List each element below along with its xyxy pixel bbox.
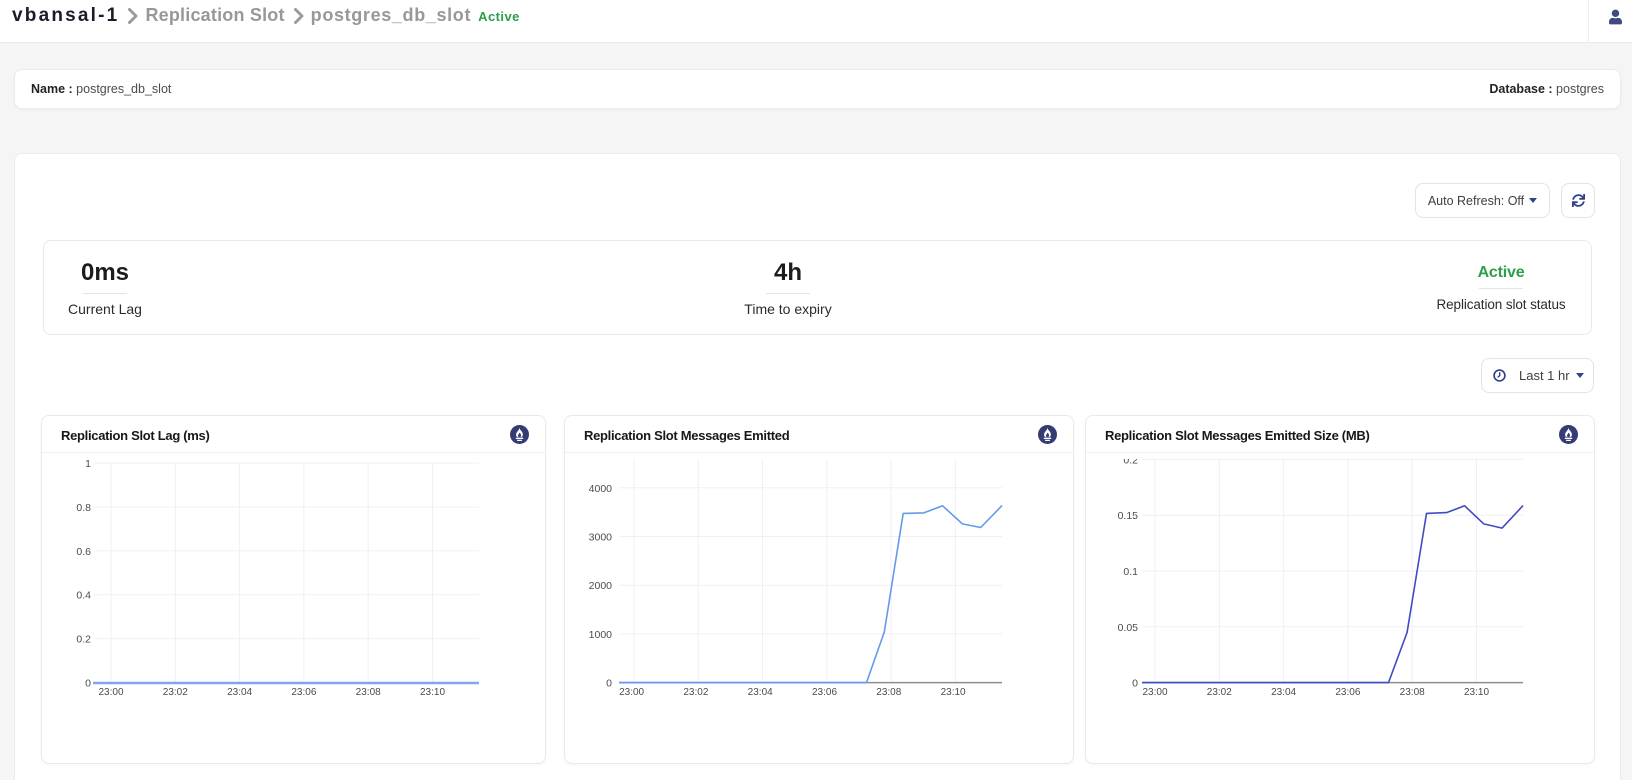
svg-text:0.2: 0.2 [1123,454,1138,466]
svg-text:23:00: 23:00 [98,687,123,698]
svg-text:23:02: 23:02 [683,687,708,698]
svg-text:23:04: 23:04 [1271,687,1296,698]
svg-text:23:08: 23:08 [356,687,381,698]
svg-text:4000: 4000 [589,483,613,495]
svg-text:23:10: 23:10 [1464,687,1489,698]
svg-text:0.05: 0.05 [1118,622,1139,634]
svg-text:0: 0 [606,678,612,690]
svg-text:23:02: 23:02 [1207,687,1232,698]
svg-text:23:08: 23:08 [876,687,901,698]
svg-text:0.4: 0.4 [76,590,91,602]
svg-text:0.15: 0.15 [1118,510,1139,522]
svg-text:23:00: 23:00 [619,687,644,698]
svg-text:23:02: 23:02 [163,687,188,698]
svg-text:0.2: 0.2 [76,634,91,646]
svg-text:23:06: 23:06 [812,687,837,698]
svg-text:23:06: 23:06 [1335,687,1360,698]
svg-text:23:04: 23:04 [748,687,773,698]
svg-text:0.8: 0.8 [76,502,91,514]
svg-text:23:04: 23:04 [227,687,252,698]
svg-text:3000: 3000 [589,532,613,544]
svg-text:0.1: 0.1 [1123,566,1138,578]
svg-text:0.6: 0.6 [76,546,91,558]
svg-text:23:10: 23:10 [420,687,445,698]
svg-text:0: 0 [1132,678,1138,690]
svg-text:2000: 2000 [589,580,613,592]
svg-text:1: 1 [85,458,91,470]
svg-text:1000: 1000 [589,629,613,641]
svg-text:23:06: 23:06 [291,687,316,698]
svg-text:23:10: 23:10 [941,687,966,698]
svg-text:23:08: 23:08 [1400,687,1425,698]
svg-text:0: 0 [85,678,91,690]
svg-text:23:00: 23:00 [1142,687,1167,698]
